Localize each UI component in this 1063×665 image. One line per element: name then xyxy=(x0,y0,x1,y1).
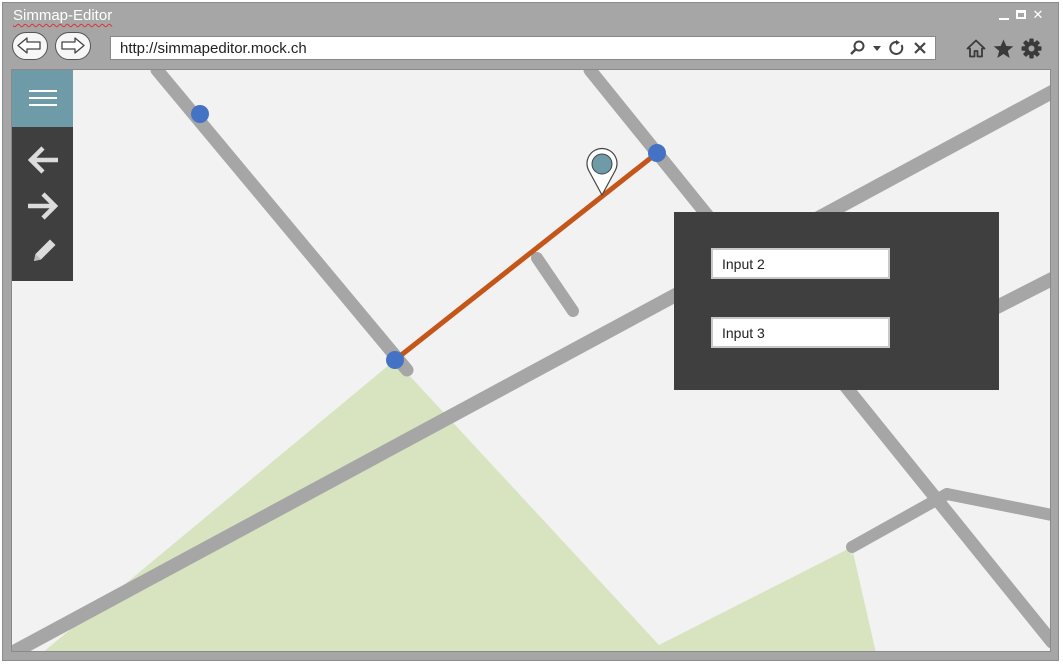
pencil-button[interactable] xyxy=(26,233,60,267)
search-icon[interactable] xyxy=(849,40,865,56)
input-3-field[interactable]: Input 3 xyxy=(711,317,890,348)
arrow-right-button[interactable] xyxy=(26,189,60,223)
route-node[interactable] xyxy=(648,144,666,162)
close-icon[interactable]: ✕ xyxy=(1032,8,1044,21)
menu-toggle-button[interactable] xyxy=(12,70,73,127)
hamburger-menu-icon xyxy=(29,90,57,92)
park-area-edge xyxy=(850,548,876,651)
road-side-a xyxy=(846,488,953,553)
back-arrow-icon xyxy=(17,37,41,54)
road-side-b xyxy=(941,488,1050,521)
input-2-field[interactable]: Input 2 xyxy=(711,248,890,279)
back-button[interactable] xyxy=(12,32,48,60)
window-controls: ✕ xyxy=(998,8,1044,21)
pencil-icon xyxy=(34,239,56,261)
browser-toolbar xyxy=(966,38,1042,59)
maximize-icon[interactable] xyxy=(1015,9,1027,21)
address-bar-icons xyxy=(849,40,927,56)
star-icon[interactable] xyxy=(993,39,1014,59)
side-toolbar xyxy=(12,127,73,281)
route-node[interactable] xyxy=(191,105,209,123)
browser-window: Simmap-Editor ✕ http://simmapeditor.mock… xyxy=(2,2,1059,661)
hamburger-menu-icon xyxy=(29,97,57,99)
map-viewport[interactable]: Input 2 Input 3 xyxy=(11,69,1051,652)
minimize-icon[interactable] xyxy=(998,9,1010,21)
window-title-text: Simmap-Editor xyxy=(13,7,113,24)
hamburger-menu-icon xyxy=(29,104,57,106)
arrow-left-icon xyxy=(27,146,58,174)
road-side-c xyxy=(990,272,1050,314)
park-area xyxy=(44,360,876,651)
address-bar[interactable]: http://simmapeditor.mock.ch xyxy=(110,36,936,60)
arrow-right-icon xyxy=(28,192,59,220)
property-panel: Input 2 Input 3 xyxy=(674,212,999,390)
url-text[interactable]: http://simmapeditor.mock.ch xyxy=(120,40,307,57)
dropdown-caret-icon[interactable] xyxy=(873,40,881,56)
window-title: Simmap-Editor xyxy=(13,7,112,24)
stop-icon[interactable] xyxy=(913,41,927,55)
route-node[interactable] xyxy=(386,351,404,369)
arrow-left-button[interactable] xyxy=(26,143,60,177)
forward-button[interactable] xyxy=(55,32,91,60)
gear-icon[interactable] xyxy=(1021,38,1042,59)
road-spur xyxy=(531,252,579,317)
refresh-icon[interactable] xyxy=(889,40,905,56)
forward-arrow-icon xyxy=(61,37,85,54)
home-icon[interactable] xyxy=(966,39,986,58)
